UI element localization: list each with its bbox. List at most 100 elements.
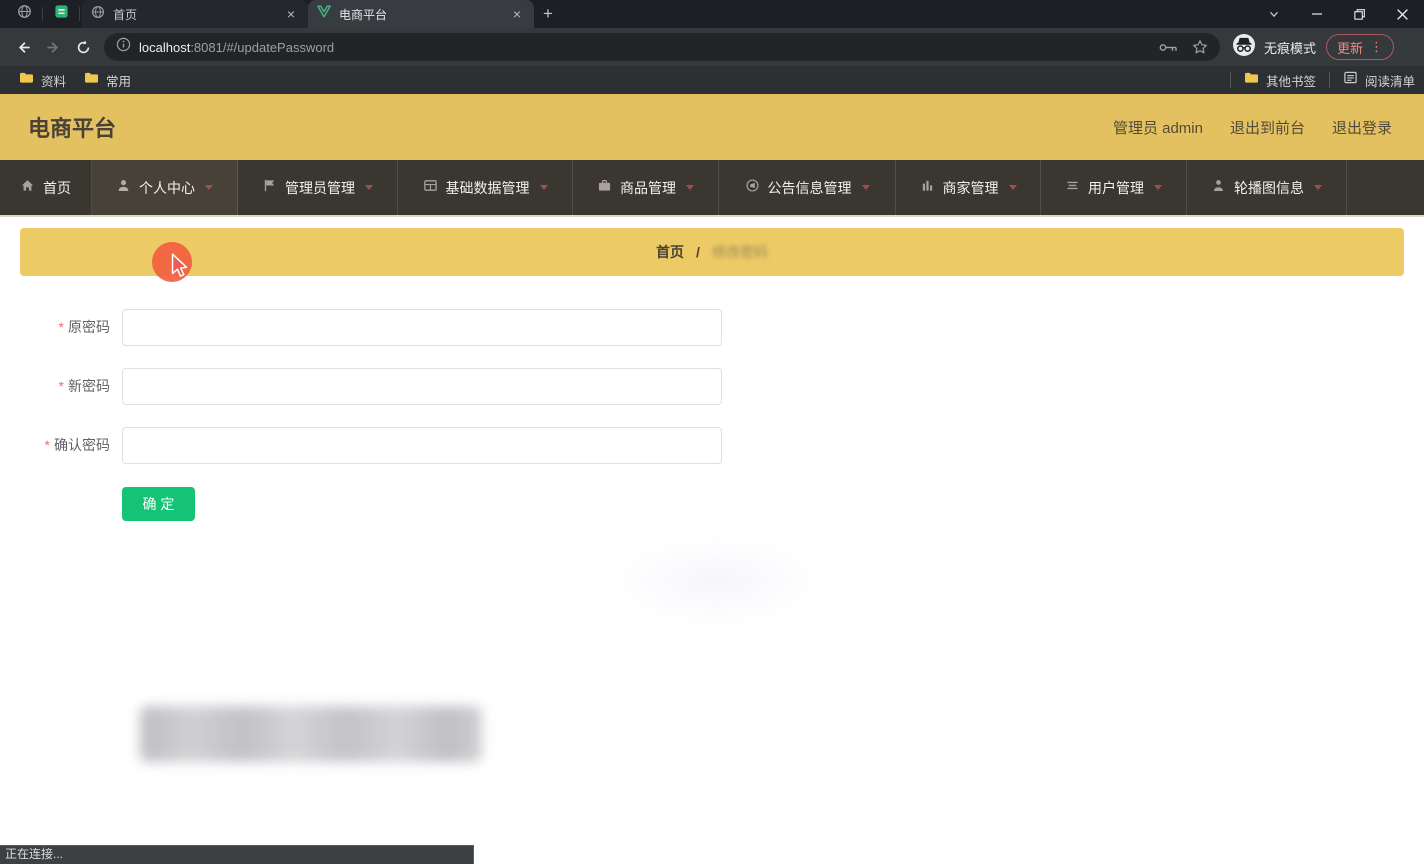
status-tooltip: 正在连接... (0, 845, 474, 864)
reading-list-icon (1343, 70, 1358, 90)
breadcrumb-home-link[interactable]: 首页 (656, 242, 684, 262)
breadcrumb: 首页 / 修改密码 (20, 228, 1404, 276)
breadcrumb-current: 修改密码 (711, 244, 768, 260)
nav-label: 轮播图信息 (1234, 179, 1304, 196)
chevron-down-icon (365, 185, 373, 190)
folder-icon (19, 71, 34, 89)
nav-label: 公告信息管理 (767, 179, 852, 196)
incognito-badge: 无痕模式 (1232, 33, 1316, 62)
tab-divider (79, 7, 80, 21)
field-label: * 原密码 (58, 319, 110, 335)
notes-icon (54, 4, 69, 24)
other-bookmarks-button[interactable]: 其他书签 (1235, 68, 1325, 92)
nav-item-home[interactable]: 首页 (0, 160, 92, 215)
tab-search-chevron-icon[interactable] (1252, 0, 1295, 28)
page-content: 电商平台 管理员 admin 退出到前台 退出登录 首页 个人中心 管理员管理 (0, 94, 1424, 864)
required-asterisk: * (44, 437, 50, 453)
briefcase-icon (597, 178, 612, 198)
chevron-down-icon (1314, 185, 1322, 190)
menu-dots-icon[interactable]: ⋮ (1370, 39, 1383, 55)
admin-user-label: 管理员 admin (1112, 119, 1203, 137)
confirm-password-input[interactable] (122, 427, 722, 464)
incognito-icon (1232, 33, 1256, 62)
bookmark-label: 资料 (41, 74, 67, 89)
address-bar[interactable]: localhost :8081/#/updatePassword (104, 33, 1220, 61)
browser-tab-strip: 首页 × 电商平台 × + (0, 0, 1424, 28)
bar-chart-icon (920, 178, 935, 198)
nav-label: 首页 (43, 179, 71, 196)
reload-button[interactable] (68, 32, 98, 62)
bookmarks-divider (1328, 72, 1330, 88)
site-info-icon[interactable] (116, 37, 131, 57)
required-asterisk: * (58, 319, 64, 335)
reading-list-button[interactable]: 阅读清单 (1334, 68, 1424, 92)
logout-link[interactable]: 退出登录 (1332, 117, 1392, 138)
browser-update-button[interactable]: 更新 ⋮ (1326, 34, 1395, 60)
bookmark-folder-ziliao[interactable]: 资料 (10, 68, 75, 92)
nav-item-user-manage[interactable]: 用户管理 (1041, 160, 1187, 215)
nav-item-merchant-manage[interactable]: 商家管理 (896, 160, 1041, 215)
chevron-down-icon (861, 185, 870, 190)
chevron-down-icon (1008, 185, 1017, 190)
nav-label: 商家管理 (942, 179, 999, 196)
globe-icon (91, 5, 105, 24)
chevron-down-icon (539, 185, 548, 190)
bookmarks-divider (1229, 72, 1231, 88)
forward-button[interactable] (38, 32, 68, 62)
chevron-down-icon (205, 185, 213, 190)
password-key-icon[interactable] (1159, 42, 1178, 53)
back-button[interactable] (8, 32, 38, 62)
pinned-tab[interactable] (8, 0, 40, 28)
nav-label: 商品管理 (620, 179, 676, 196)
tab-home[interactable]: 首页 × (82, 0, 308, 28)
nav-label: 管理员管理 (285, 179, 355, 196)
new-password-input[interactable] (122, 368, 722, 405)
pinned-tab[interactable] (45, 0, 77, 28)
window-minimize-button[interactable] (1295, 0, 1338, 28)
tab-close-icon[interactable]: × (283, 6, 299, 22)
breadcrumb-separator: / (696, 244, 700, 260)
bookmark-folder-changyong[interactable]: 常用 (75, 68, 140, 92)
exit-to-front-link[interactable]: 退出到前台 (1230, 117, 1305, 138)
user-icon (116, 178, 131, 198)
nav-item-admin-manage[interactable]: 管理员管理 (238, 160, 398, 215)
chevron-down-icon (1154, 185, 1162, 190)
bookmark-star-icon[interactable] (1192, 39, 1208, 55)
browser-toolbar: localhost :8081/#/updatePassword 无痕模式 更新… (0, 28, 1424, 66)
nav-label: 基础数据管理 (445, 179, 530, 196)
nav-label: 个人中心 (139, 179, 195, 196)
nav-item-announcement-manage[interactable]: 公告信息管理 (719, 160, 896, 215)
site-header: 电商平台 管理员 admin 退出到前台 退出登录 (0, 94, 1424, 160)
field-label: * 新密码 (58, 378, 110, 394)
old-password-input[interactable] (122, 309, 722, 346)
chevron-down-icon (686, 185, 694, 190)
folder-icon (1244, 71, 1259, 89)
field-label: * 确认密码 (44, 437, 110, 453)
nav-item-personal-center[interactable]: 个人中心 (92, 160, 238, 215)
reading-list-label: 阅读清单 (1364, 74, 1415, 89)
confirm-button[interactable]: 确 定 (122, 487, 195, 521)
window-close-button[interactable] (1381, 0, 1424, 28)
faint-watermark (612, 535, 822, 627)
announcement-icon (745, 178, 760, 198)
person-icon (1211, 178, 1226, 198)
url-host: localhost (139, 39, 191, 55)
new-tab-button[interactable]: + (534, 0, 562, 28)
other-bookmarks-label: 其他书签 (1265, 74, 1316, 89)
tab-shop-platform[interactable]: 电商平台 × (308, 0, 534, 28)
nav-item-carousel-info[interactable]: 轮播图信息 (1187, 160, 1347, 215)
flag-icon (262, 178, 277, 198)
mouse-cursor-icon (166, 252, 192, 285)
required-asterisk: * (58, 378, 64, 394)
window-restore-button[interactable] (1338, 0, 1381, 28)
home-icon (20, 178, 35, 198)
globe-icon (17, 4, 32, 24)
blurred-watermark (140, 706, 482, 762)
nav-item-base-data-manage[interactable]: 基础数据管理 (398, 160, 573, 215)
bookmark-label: 常用 (106, 74, 132, 89)
folder-icon (84, 71, 99, 89)
main-nav: 首页 个人中心 管理员管理 基础数据管理 商品管理 公告信息管理 商家管理 用户… (0, 160, 1424, 217)
nav-item-product-manage[interactable]: 商品管理 (573, 160, 719, 215)
tab-close-icon[interactable]: × (509, 6, 525, 22)
nav-label: 用户管理 (1088, 179, 1144, 196)
